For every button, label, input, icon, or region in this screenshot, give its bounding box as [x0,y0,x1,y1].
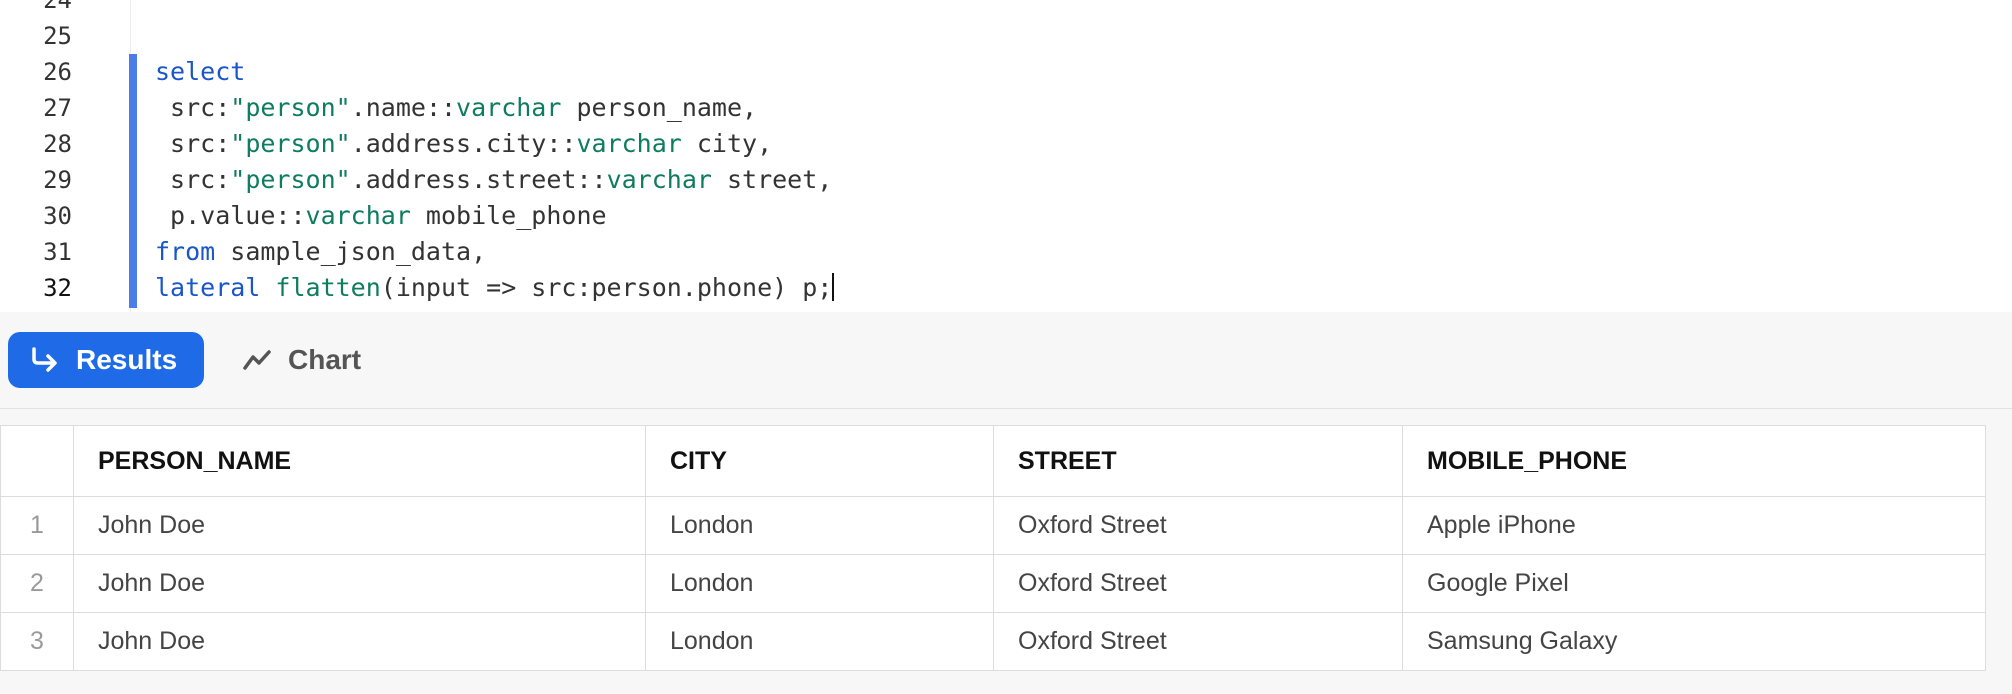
code-token-type: varchar [576,129,682,158]
header-row: PERSON_NAME CITY STREET MOBILE_PHONE [1,426,1985,497]
line-number: 25 [43,22,72,50]
code-token-type: varchar [305,201,411,230]
result-tabs: Results Chart [0,312,2012,409]
code-token-str: "person" [230,165,351,194]
tab-results-label: Results [76,344,178,375]
column-header-street[interactable]: STREET [993,426,1403,497]
code-token-str: "person" [230,93,351,122]
code-line[interactable]: src:"person".address.street::varchar str… [155,162,832,198]
line-number: 24 [43,0,72,14]
code-token-plain: src: [155,129,231,158]
cell-mobile-phone[interactable]: Samsung Galaxy [1403,613,1986,671]
row-number: 3 [1,612,74,670]
column-header-mobile-phone[interactable]: MOBILE_PHONE [1402,426,1985,497]
code-token-plain: .name:: [350,93,457,122]
active-statement-marker [129,54,137,308]
code-line[interactable]: src:"person".address.city::varchar city, [155,126,772,162]
tab-results[interactable]: Results [8,332,204,388]
results-grid: PERSON_NAME CITY STREET MOBILE_PHONE 1 Jo… [0,425,1986,671]
code-token-plain: mobile_phone [410,201,607,230]
code-line[interactable]: p.value::varchar mobile_phone [155,198,607,234]
code-token-str: "person" [230,129,351,158]
cell-mobile-phone[interactable]: Apple iPhone [1402,496,1985,555]
sql-editor[interactable]: 24 25 26 27 28 29 30 31 32 select src:"person".… [0,0,2012,313]
cell-street[interactable]: Oxford Street [993,496,1403,555]
cell-person-name[interactable]: John Doe [73,496,646,555]
code-token-plain: (input => src:person.phone) p; [380,273,833,302]
line-number: 26 [43,58,72,86]
code-token-plain: street, [711,165,833,194]
tab-chart-label: Chart [288,344,362,375]
cell-street[interactable]: Oxford Street [993,554,1403,613]
code-line[interactable]: src:"person".name::varchar person_name, [155,90,757,126]
cell-person-name[interactable]: John Doe [73,612,646,670]
code-token-plain: person_name, [561,93,758,122]
row-number-header [1,426,74,497]
table-row[interactable]: 1 John Doe London Oxford Street Apple iPhone [1,496,1985,555]
line-number: 29 [43,166,72,194]
cell-city[interactable]: London [645,612,994,670]
code-token-plain: .address.street:: [350,165,607,194]
code-token-kw: select [155,57,246,86]
cell-city[interactable]: London [645,496,994,555]
line-number: 27 [43,94,72,122]
cell-mobile-phone[interactable]: Google Pixel [1402,554,1985,613]
line-number: 32 [43,274,72,302]
column-header-city[interactable]: CITY [645,426,994,497]
code-line[interactable]: select [155,54,245,90]
code-token-plain: sample_json_data, [215,237,487,266]
code-token-plain: src: [155,165,231,194]
code-token-fn: flatten [275,273,381,302]
line-number: 28 [43,130,72,158]
text-cursor [832,273,835,301]
cell-street[interactable]: Oxford Street [993,612,1403,670]
code-token-plain: src: [155,93,231,122]
code-token-plain: .address.city:: [350,129,577,158]
results-table: PERSON_NAME CITY STREET MOBILE_PHONE 1 Jo… [1,426,1985,670]
row-number: 2 [1,554,74,613]
table-row[interactable]: 2 John Doe London Oxford Street Google Pixel [1,554,1985,613]
line-chart-icon [243,350,271,370]
line-number: 30 [43,202,72,230]
code-token-plain: p.value:: [155,201,306,230]
column-header-person-name[interactable]: PERSON_NAME [73,426,646,497]
cell-city[interactable]: London [645,554,994,613]
results-arrow-icon [32,347,57,372]
cell-person-name[interactable]: John Doe [73,554,646,613]
code-token-plain: city, [681,129,773,158]
tab-chart[interactable]: Chart [242,332,361,388]
line-number: 31 [43,238,72,266]
code-token-type: varchar [606,165,712,194]
code-token-kw: lateral [155,273,261,302]
code-token-kw: from [155,237,216,266]
row-number: 1 [1,496,74,555]
code-line[interactable]: lateral flatten(input => src:person.phon… [155,270,835,306]
table-row[interactable]: 3 John Doe London Oxford Street Samsung Gala… [1,612,1986,671]
code-token-type: varchar [456,93,562,122]
code-line[interactable]: from sample_json_data, [155,234,486,270]
